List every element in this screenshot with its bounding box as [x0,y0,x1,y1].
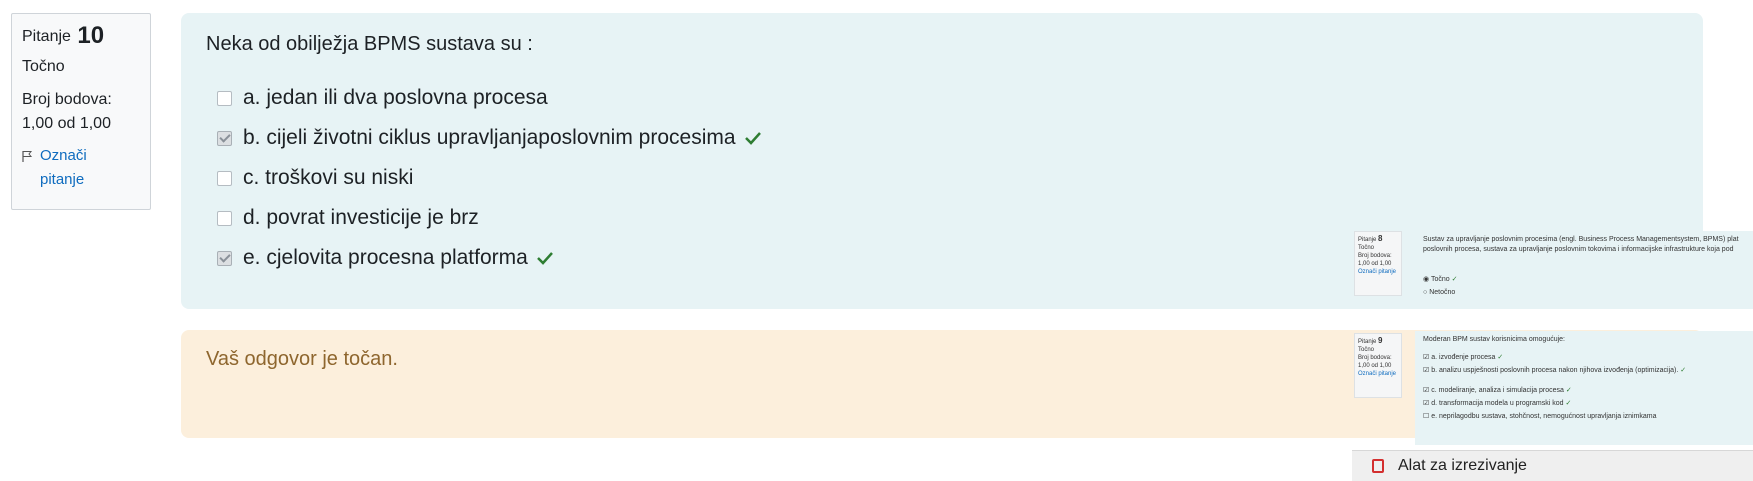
snip-q9-number: 9 [1378,336,1383,345]
snip-q9-option-b: ☑ b. analizu uspješnosti poslovnih proce… [1423,367,1687,374]
answer-label: e. cjelovita procesna platforma [243,246,528,269]
snip-q9-formulation: Moderan BPM sustav korisnicima omogućuje… [1415,331,1753,445]
snip-q9-flag: Označi pitanje [1358,371,1397,377]
check-icon: ✓ [1680,367,1687,374]
snip-q8-flag: Označi pitanje [1358,269,1397,275]
question-state: Točno [22,58,65,75]
snip-q9-info: Pitanje 9 Točno Broj bodova: 1,00 od 1,0… [1354,333,1402,398]
snip-q9-option-e-label: e. neprilagodbu sustava, stohčnost, nemo… [1431,413,1657,420]
answer-checkbox[interactable] [217,90,232,106]
snip-q8-info: Pitanje 8 Točno Broj bodova: 1,00 od 1,0… [1354,231,1402,296]
snip-q8-option-false-label: Netočno [1429,289,1456,296]
check-icon: ✓ [1451,276,1458,283]
snip-q8-formulation: Sustav za upravljanje poslovnim procesim… [1415,231,1753,309]
answer-label: d. povrat investicije je brz [243,206,479,229]
snip-q9-option-d: ☑ d. transformacija modela u programski … [1423,400,1572,407]
flag-icon [22,151,33,162]
snip-q9-grade-label: Broj bodova: [1358,355,1392,361]
snip-q9-option-a-label: a. izvođenje procesa [1431,354,1496,361]
snip-preview: Pitanje 8 Točno Broj bodova: 1,00 od 1,0… [1352,227,1753,481]
answer-label: c. troškovi su niski [243,166,414,189]
snipping-tool-bar[interactable]: Alat za izrezivanje [1352,450,1753,481]
question-number: Pitanje 10 [22,22,140,50]
answer-label: a. jedan ili dva poslovna procesa [243,86,548,109]
correct-check-icon [536,252,553,265]
snip-q8-grade-label: Broj bodova: [1358,253,1392,259]
flag-label-line2: pitanje [40,171,85,188]
check-icon: ✓ [1565,387,1572,394]
snip-q8-option-false: ○ Netočno [1423,289,1456,296]
snip-q9-text: Moderan BPM sustav korisnicima omogućuje… [1423,336,1566,343]
answer-option: b. cijeli životni ciklus upravljanjaposl… [206,118,1678,158]
answer-checkbox[interactable] [217,130,232,146]
snip-q9-option-b-label: b. analizu uspješnosti poslovnih procesa… [1431,367,1679,374]
question-label: Pitanje [22,28,71,45]
snip-q8-state: Točno [1358,245,1375,251]
grade-label: Broj bodova: [22,91,112,108]
snip-q8-number: 8 [1378,234,1383,243]
flag-question-link[interactable]: Označi pitanje [22,144,140,192]
flag-label-line1: Označi [40,147,87,164]
check-icon: ✓ [1565,400,1572,407]
check-icon: ✓ [1497,354,1504,361]
snipping-tool-icon [1372,459,1384,473]
question-text: Neka od obilježja BPMS sustava su : [206,33,533,55]
answer-option: a. jedan ili dva poslovna procesa [206,78,1678,118]
snip-q8-grade-value: 1,00 od 1,00 [1358,261,1392,267]
snip-q9-state: Točno [1358,347,1375,353]
snip-q8-label: Pitanje [1358,237,1377,243]
snip-q9-label: Pitanje [1358,339,1377,345]
snip-q9-option-d-label: d. transformacija modela u programski ko… [1431,400,1564,407]
correct-check-icon [744,132,761,145]
snip-q8-option-true-label: Točno [1430,276,1450,283]
snip-q9-option-e: ☐ e. neprilagodbu sustava, stohčnost, ne… [1423,413,1657,420]
snip-q8-text-line2: poslovnih procesa, sustava za upravljanj… [1423,246,1734,253]
answer-checkbox[interactable] [217,210,232,226]
answer-checkbox[interactable] [217,170,232,186]
snip-q9-option-c-label: c. modeliranje, analiza i simulacija pro… [1431,387,1564,394]
snip-q8-text-line1: Sustav za upravljanje poslovnim procesim… [1423,236,1739,243]
grade-value: 1,00 od 1,00 [22,115,111,132]
snip-q9-option-c: ☑ c. modeliranje, analiza i simulacija p… [1423,387,1572,394]
snip-q8-option-true: ◉ Točno ✓ [1423,276,1458,283]
snipping-tool-title: Alat za izrezivanje [1398,457,1527,474]
snip-q9-grade-value: 1,00 od 1,00 [1358,363,1392,369]
question-grade: Broj bodova: 1,00 od 1,00 [22,88,140,136]
question-info-panel: Pitanje 10 Točno Broj bodova: 1,00 od 1,… [11,13,151,210]
question-number-value: 10 [77,22,105,49]
answer-option: c. troškovi su niski [206,158,1678,198]
snip-q9-option-a: ☑ a. izvođenje procesa ✓ [1423,354,1504,361]
answer-checkbox[interactable] [217,250,232,266]
answer-label: b. cijeli životni ciklus upravljanjaposl… [243,126,736,149]
